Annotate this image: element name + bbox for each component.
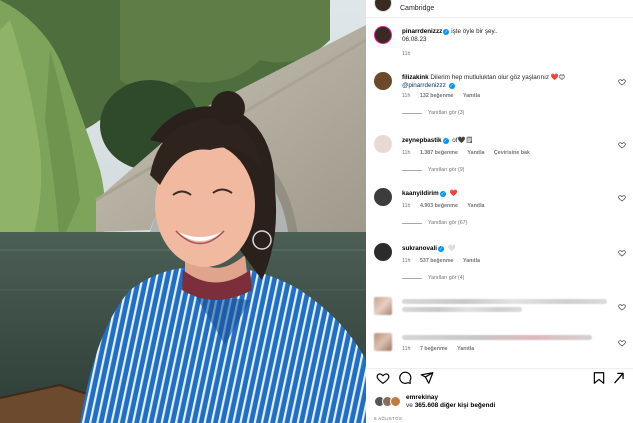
bookmark-icon[interactable] [592,371,606,385]
actions-divider [366,368,633,369]
post-header: Cambridge [374,0,434,12]
comment-likes[interactable]: 7 beğenme [420,346,448,352]
reply-button[interactable]: Yanıtla [467,150,484,156]
blurred-avatar [374,333,392,351]
author-avatar[interactable] [374,0,392,12]
view-replies-button[interactable]: Yanıtları gör (4) [402,274,612,282]
verified-badge-icon: ✓ [443,29,450,35]
post-date: 6 AĞUSTOS [374,416,403,421]
likes-count[interactable]: 365.608 [415,402,439,409]
liker-avatars [374,396,404,408]
comment-text: of🖤🗒 [452,137,474,144]
comment-icon[interactable] [398,371,412,385]
comment-mention[interactable]: @pinarrdenizzz [402,82,446,89]
caption-date: 06.08.23 [402,36,427,43]
comment-text: Dilerim hep mutluluktan olur göz yaşları… [430,74,566,81]
post-photo[interactable] [0,0,366,423]
comment-age: 11h [402,258,411,264]
reply-button[interactable]: Yanıtla [467,203,484,209]
comment-likes[interactable]: 1.387 beğenme [420,150,458,156]
heart-icon[interactable] [618,194,626,202]
comment-username[interactable]: kaanyildirim [402,190,439,197]
commenter-avatar[interactable] [374,72,392,90]
comment-text: ❤️ [449,190,458,197]
view-replies-button[interactable]: Yanıtları gör (9) [402,166,612,174]
more-icon[interactable] [612,371,626,385]
comment-username[interactable]: filizakink [402,74,429,81]
verified-badge-icon: ✓ [448,83,455,89]
heart-icon[interactable] [618,78,626,86]
commenter-avatar[interactable] [374,135,392,153]
comment-age: 11h [402,93,411,99]
likes-prefix: ve [406,402,413,409]
verified-badge-icon: ✓ [442,138,449,144]
caption-age: 11h [402,51,411,57]
see-translation-button[interactable]: Çevirisine bak [494,150,530,156]
reply-button[interactable]: Yanıtla [463,258,480,264]
commenter-avatar[interactable] [374,188,392,206]
comment-likes[interactable]: 4.903 beğenme [420,203,458,209]
post-side-panel: Cambridge pinarrdenizzz ✓ işte öyle bir şe… [366,0,633,423]
blurred-avatar [374,297,392,315]
share-icon[interactable] [420,371,434,385]
view-replies-button[interactable]: Yanıtları gör (3) [402,109,612,117]
caption-username[interactable]: pinarrdenizzz [402,28,442,35]
comment-username[interactable]: sukranovali [402,245,437,252]
commenter-avatar[interactable] [374,243,392,261]
heart-icon[interactable] [618,303,626,311]
comment-age: 11h [402,346,411,352]
reply-button[interactable]: Yanıtla [457,346,474,352]
likes-suffix[interactable]: diğer kişi beğendi [440,402,495,409]
verified-badge-icon: ✓ [439,191,446,197]
comment-text: 🤍 [447,245,456,252]
photo-illustration [0,0,366,423]
blurred-text [402,335,592,340]
comments-list[interactable]: pinarrdenizzz ✓ işte öyle bir şey.. 06.08.… [366,18,633,370]
comment-username[interactable]: zeynepbastik [402,137,442,144]
like-heart-icon[interactable] [376,371,390,385]
likes-summary[interactable]: emrekinay ve 365.608 diğer kişi beğendi [374,394,626,414]
comment-likes[interactable]: 132 beğenme [420,93,454,99]
verified-badge-icon: ✓ [438,246,444,252]
post-location[interactable]: Cambridge [400,5,434,12]
comment-age: 11h [402,203,411,209]
author-avatar[interactable] [374,26,392,44]
heart-icon[interactable] [618,339,626,347]
view-replies-button[interactable]: Yanıtları gör (67) [402,219,612,227]
blurred-text [402,307,522,312]
caption-text: işte öyle bir şey.. [451,28,498,35]
comment-likes[interactable]: 537 beğenme [420,258,454,264]
blurred-text [402,299,607,304]
reply-button[interactable]: Yanıtla [463,93,480,99]
comment-age: 11h [402,150,411,156]
heart-icon[interactable] [618,249,626,257]
first-liker-username[interactable]: emrekinay [406,394,438,401]
heart-icon[interactable] [618,141,626,149]
post-action-bar [374,371,626,387]
